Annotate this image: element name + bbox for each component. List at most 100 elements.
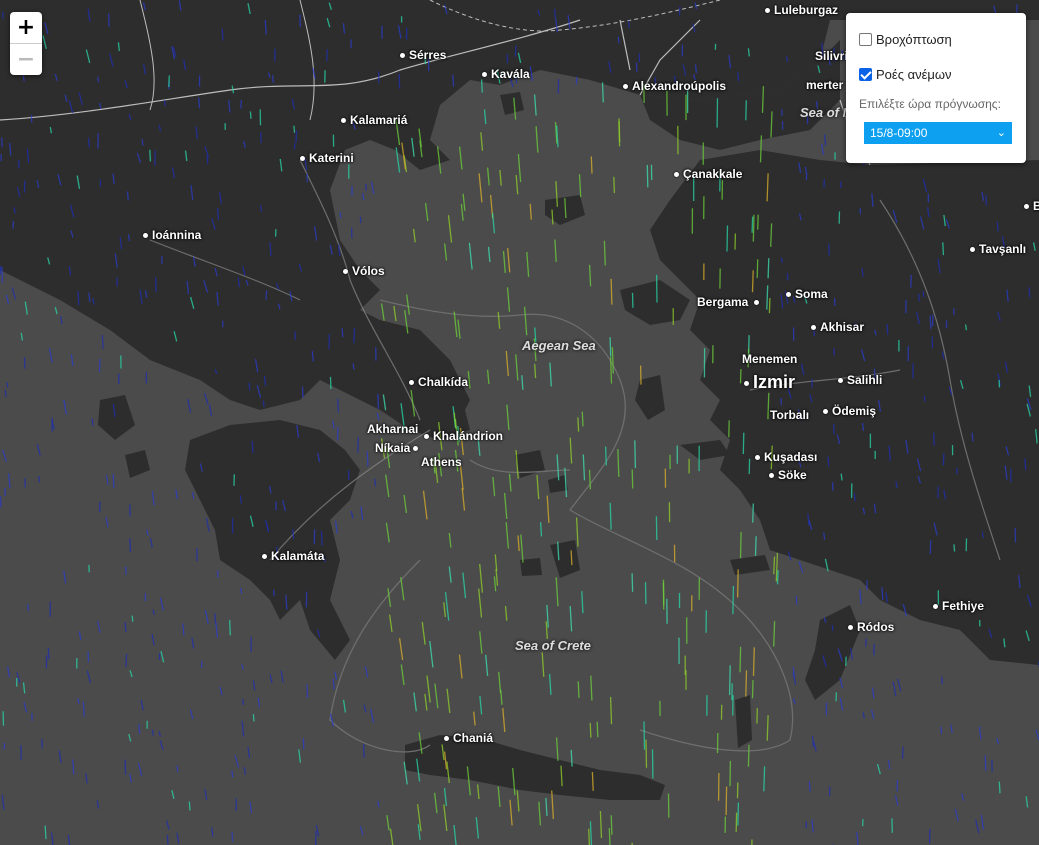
wind-streak: [441, 744, 445, 761]
wind-streak: [173, 331, 178, 342]
wind-streak: [96, 800, 100, 809]
wind-streak: [888, 445, 891, 462]
wind-streak: [76, 175, 81, 190]
wind-streak: [16, 187, 21, 197]
city-odemis[interactable]: Ödemiş: [823, 404, 876, 418]
wind-streak: [163, 100, 167, 107]
wind-streak: [873, 329, 877, 336]
city-kusadasi[interactable]: Kuşadası: [755, 450, 817, 464]
wind-streak: [211, 827, 214, 837]
city-marker-icon: [143, 233, 148, 239]
wind-streak: [126, 191, 129, 201]
wind-streak: [515, 174, 519, 195]
city-ioannina[interactable]: Ioánnina: [143, 228, 201, 242]
wind-streak: [387, 588, 392, 607]
wind-streak: [556, 454, 560, 481]
wind-streak: [1, 137, 3, 148]
city-marker-icon: [300, 156, 305, 162]
wind-streak: [975, 819, 980, 834]
city-volos[interactable]: Vólos: [343, 264, 385, 278]
city-chalkida[interactable]: Chalkída: [409, 375, 468, 389]
wind-streak: [943, 489, 947, 500]
city-khalandrion[interactable]: Khalándrion: [424, 429, 503, 443]
city-salihli[interactable]: Salihli: [838, 373, 882, 387]
chevron-down-icon: ⌄: [996, 127, 1006, 139]
zoom-out-button[interactable]: −: [10, 44, 42, 75]
wind-streak: [618, 118, 621, 142]
city-serres[interactable]: Sérres: [400, 48, 446, 62]
city-tavsanli[interactable]: Tavşanlı: [970, 242, 1026, 256]
wind-streak: [105, 516, 109, 528]
wind-streak: [105, 475, 109, 485]
city-akhisar[interactable]: Akhisar: [811, 320, 864, 334]
wind-streak: [922, 290, 925, 298]
rain-toggle[interactable]: Βροχόπτωση: [859, 32, 952, 47]
wind-streak: [1018, 575, 1021, 589]
wind-streak: [933, 522, 938, 536]
wind-streak: [823, 616, 827, 623]
city-athens[interactable]: Athens: [421, 455, 462, 469]
wind-streak: [128, 733, 132, 742]
wind-streak: [745, 670, 748, 697]
wind-streak: [961, 793, 965, 801]
wind-streak: [63, 399, 68, 415]
wind-streak: [682, 64, 687, 76]
city-canakkale[interactable]: Çanakkale: [674, 167, 742, 181]
wind-streak: [329, 244, 333, 255]
wind-streak: [590, 156, 593, 174]
wind-streak: [289, 291, 293, 302]
wind-streak: [570, 550, 573, 566]
city-torbali[interactable]: Torbalı: [770, 408, 809, 422]
wind-streak: [770, 223, 773, 247]
wind-streak: [154, 277, 157, 293]
wind-streak: [158, 124, 162, 132]
wind-streak: [124, 759, 127, 775]
wind-streak: [337, 244, 341, 257]
city-fethiye[interactable]: Fethiye: [933, 599, 984, 613]
city-menemen[interactable]: Menemen: [742, 352, 797, 366]
forecast-time-select[interactable]: 15/8-09:00 ⌄: [864, 122, 1012, 144]
wind-streak: [295, 130, 298, 143]
city-rodos[interactable]: Ródos: [848, 620, 894, 634]
wind-streak: [24, 301, 28, 315]
city-kalamaria[interactable]: Kalamariá: [341, 113, 407, 127]
wind-streak: [892, 209, 898, 224]
city-merter[interactable]: merter: [806, 78, 843, 92]
wind-streak: [88, 292, 91, 302]
wind-streak: [271, 75, 274, 83]
city-marker-icon: [970, 247, 975, 253]
wind-toggle[interactable]: Ροές ανέμων: [859, 67, 952, 82]
wind-streak: [178, 0, 182, 11]
wind-streak: [539, 522, 543, 537]
wind-streak: [859, 589, 862, 605]
city-marker-icon: [343, 269, 348, 275]
wind-checkbox[interactable]: [859, 68, 872, 81]
wind-streak: [807, 513, 810, 526]
map-canvas[interactable]: Aegean Sea Sea of Crete Sea of M Lulebur…: [0, 0, 1039, 845]
city-soke[interactable]: Söke: [769, 468, 807, 482]
wind-streak: [836, 434, 841, 444]
city-b-edge[interactable]: B: [1024, 199, 1039, 213]
city-alexandroupolis[interactable]: Alexandroúpolis: [623, 79, 726, 93]
city-bergama[interactable]: Bergama: [697, 295, 763, 309]
city-akharnai[interactable]: Akharnai: [367, 422, 418, 436]
city-katerini[interactable]: Katerini: [300, 151, 354, 165]
wind-streak: [183, 59, 187, 71]
city-kavala[interactable]: Kavála: [482, 67, 530, 81]
wind-streak: [517, 52, 522, 63]
city-luleburgaz[interactable]: Luleburgaz: [765, 3, 838, 17]
zoom-in-button[interactable]: +: [10, 12, 42, 44]
rain-checkbox[interactable]: [859, 33, 872, 46]
wind-streak: [171, 790, 175, 800]
city-nikaia[interactable]: Níkaia: [375, 441, 422, 455]
wind-streak: [136, 152, 142, 163]
wind-streak: [269, 241, 272, 257]
city-silivri[interactable]: Silivri: [815, 49, 848, 63]
city-izmir[interactable]: Izmir: [744, 373, 795, 391]
city-chania[interactable]: Chaniá: [444, 731, 493, 745]
wind-streak: [809, 394, 813, 403]
wind-streak: [129, 538, 132, 553]
city-soma[interactable]: Soma: [786, 287, 828, 301]
wind-streak: [395, 147, 401, 173]
city-kalamata[interactable]: Kalamáta: [262, 549, 324, 563]
